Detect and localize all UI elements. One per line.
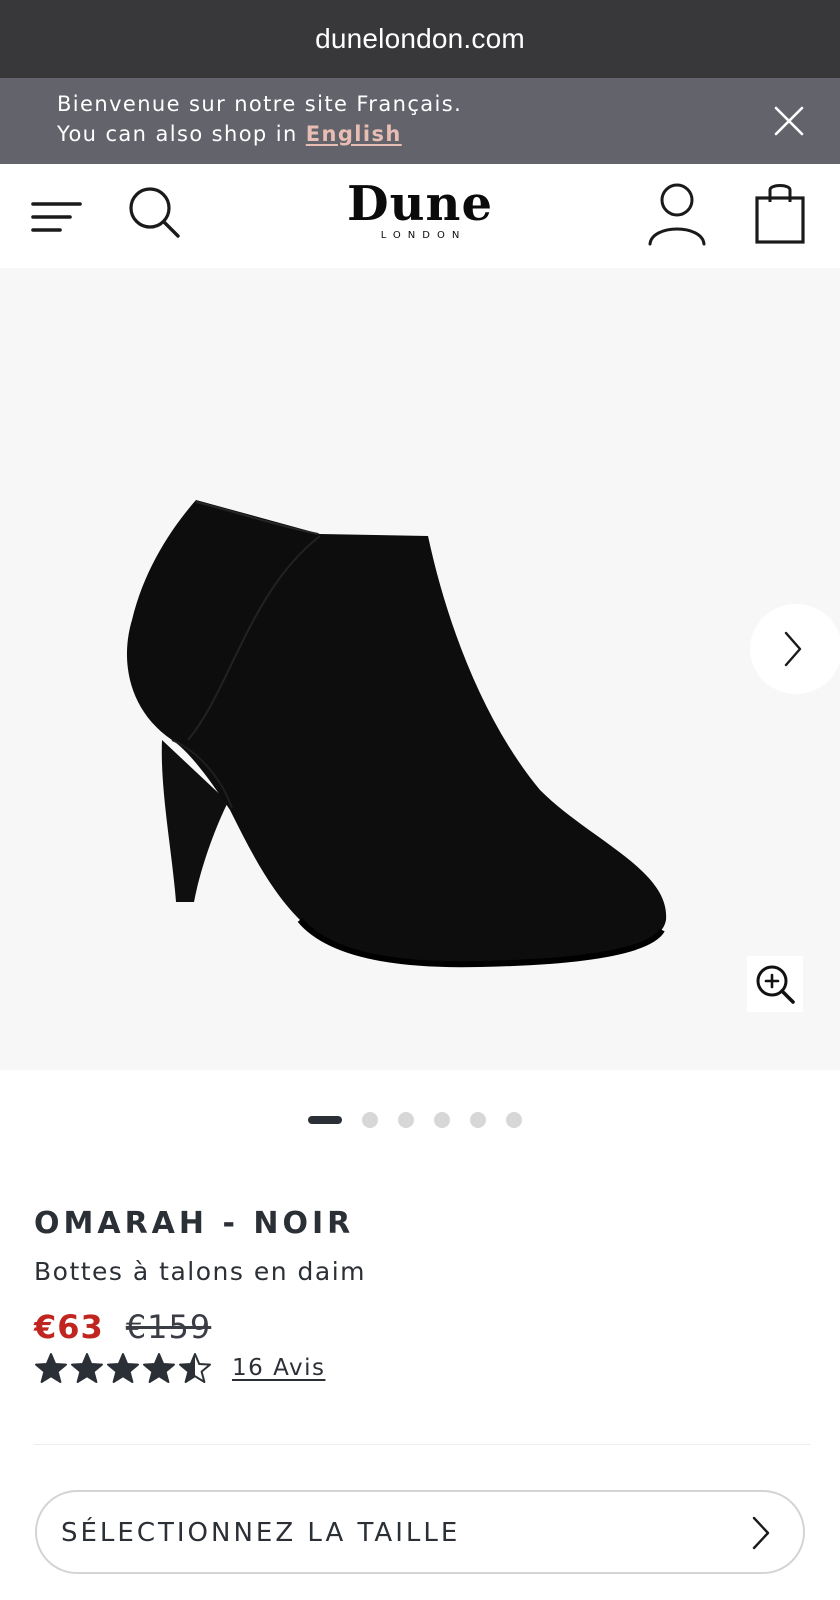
carousel-dot[interactable] bbox=[398, 1112, 414, 1128]
next-image-button[interactable] bbox=[750, 604, 840, 694]
account-icon[interactable] bbox=[646, 180, 708, 246]
logo-subtitle: LONDON bbox=[380, 230, 467, 241]
select-size-button[interactable]: SÉLECTIONNEZ LA TAILLE bbox=[35, 1490, 805, 1574]
banner-welcome-text: Bienvenue sur notre site Français. bbox=[57, 92, 463, 116]
star-full-icon bbox=[71, 1353, 103, 1383]
select-size-label: SÉLECTIONNEZ LA TAILLE bbox=[61, 1518, 461, 1548]
zoom-button[interactable] bbox=[747, 956, 803, 1012]
browser-url-bar[interactable]: dunelondon.com bbox=[0, 0, 840, 78]
zoom-in-icon bbox=[756, 965, 795, 1004]
carousel-dot[interactable] bbox=[506, 1112, 522, 1128]
search-icon[interactable] bbox=[126, 184, 184, 242]
original-price: €159 bbox=[125, 1308, 212, 1346]
star-full-icon bbox=[143, 1353, 175, 1383]
dune-london-logo[interactable]: Dune LONDON bbox=[300, 176, 540, 256]
carousel-pagination bbox=[0, 1112, 840, 1128]
star-full-icon bbox=[35, 1353, 67, 1383]
rating-block: 16 Avis bbox=[34, 1352, 814, 1384]
product-name: OMARAH - NOIR bbox=[34, 1206, 355, 1241]
shopping-bag-icon[interactable] bbox=[754, 180, 806, 244]
chevron-right-icon bbox=[752, 1516, 770, 1550]
reviews-link[interactable]: 16 Avis bbox=[232, 1355, 325, 1381]
banner-shop-text: You can also shop in English bbox=[57, 122, 402, 146]
carousel-dot-active[interactable] bbox=[308, 1116, 342, 1124]
url-text: dunelondon.com bbox=[315, 23, 525, 54]
close-icon[interactable] bbox=[770, 102, 808, 140]
locale-banner: Bienvenue sur notre site Français. You c… bbox=[0, 78, 840, 164]
carousel-dot[interactable] bbox=[470, 1112, 486, 1128]
sale-price: €63 bbox=[34, 1308, 104, 1346]
site-header: Dune LONDON bbox=[0, 164, 840, 268]
product-image-gallery[interactable] bbox=[0, 268, 840, 1070]
banner-shop-prefix: You can also shop in bbox=[57, 122, 306, 146]
chevron-right-icon bbox=[784, 631, 802, 667]
product-image bbox=[126, 500, 667, 968]
divider bbox=[34, 1444, 810, 1445]
product-description: Bottes à talons en daim bbox=[34, 1257, 367, 1286]
english-site-link[interactable]: English bbox=[306, 122, 402, 146]
menu-icon[interactable] bbox=[30, 190, 84, 242]
star-rating[interactable] bbox=[34, 1352, 214, 1384]
product-info: OMARAH - NOIR Bottes à talons en daim €6… bbox=[34, 1206, 814, 1384]
star-full-icon bbox=[107, 1353, 139, 1383]
price-block: €63 €159 bbox=[34, 1308, 814, 1346]
star-half-icon bbox=[179, 1353, 211, 1383]
carousel-dot[interactable] bbox=[434, 1112, 450, 1128]
carousel-dot[interactable] bbox=[362, 1112, 378, 1128]
logo-brand: Dune bbox=[347, 176, 493, 232]
